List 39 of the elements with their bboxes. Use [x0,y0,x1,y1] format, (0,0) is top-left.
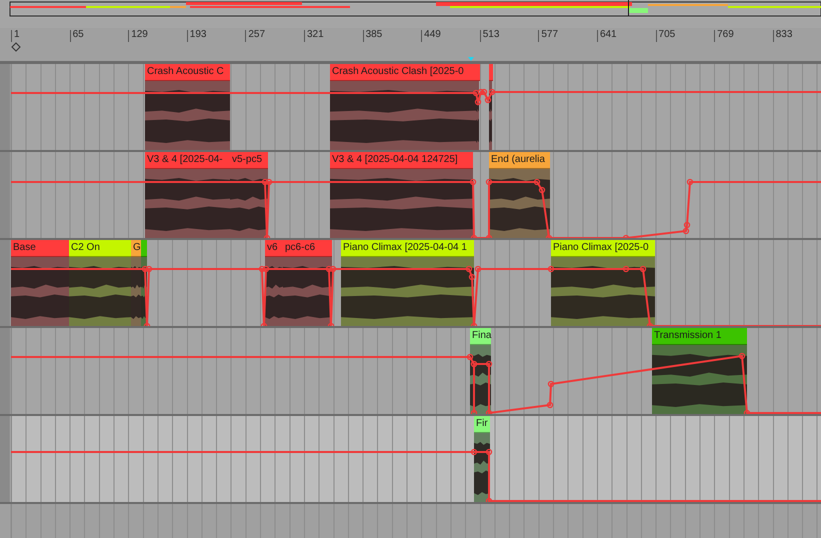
clip-header[interactable]: Crash Acoustic Clash [2025-0 [330,64,476,81]
clip-header[interactable]: Base [11,240,69,257]
clip-header[interactable]: V3 & 4 [2025-04-04 124725] [330,152,473,169]
clip-header[interactable]: v6 [265,240,283,257]
clip-header[interactable]: G [131,240,141,257]
ruler-number: 193 [188,30,206,40]
clip-header[interactable]: Transmission 1 [652,328,747,345]
track-lane[interactable]: Fir [0,414,821,502]
ruler-number: 833 [774,30,792,40]
clip-header[interactable]: V3 & 4 [2025-04- [145,152,230,169]
clip-header[interactable]: Fina [470,328,491,345]
clip-header[interactable]: Piano Climax [2025-0 [551,240,655,257]
ruler-number: 641 [598,30,617,40]
ruler-number: 385 [364,30,382,40]
ruler-number: 257 [247,30,266,40]
ruler-number: 1 [13,30,20,40]
clip-header[interactable] [141,240,147,257]
clip-header[interactable]: Fir [474,416,490,433]
clip-header[interactable]: Crash Acoustic C [145,64,230,81]
ruler-number: 513 [482,30,500,40]
clip-header[interactable]: Piano Climax [2025-04-04 1 [341,240,474,257]
clip-header[interactable]: End (aurelia [489,152,550,169]
clip-header[interactable]: C2 On [69,240,131,257]
clip-header[interactable]: v5-pc5 [230,152,268,169]
ruler-number: 129 [130,30,148,40]
clip-header[interactable]: pc6-c6 [283,240,332,257]
ruler-number: 449 [423,30,441,40]
clip-header[interactable] [489,64,493,81]
start-marker-icon[interactable] [11,42,21,52]
ruler-number: 769 [716,30,734,40]
ruler-number: 65 [72,30,84,40]
track-lane[interactable]: V3 & 4 [2025-04- v5-pc5 V3 & 4 [2025-04-04 124725] End (aurelia [0,150,821,238]
track-lane[interactable]: Base C2 On G v6 pc6-c6 Piano Climax [2025-04-04 1 Piano Climax [2025-0 [0,238,821,326]
track-lane[interactable]: Fina Transmission 1 [0,326,821,414]
ruler-number: 321 [306,30,324,40]
clip-header[interactable] [476,64,480,81]
ruler-number: 577 [540,30,558,40]
ruler-number: 705 [658,30,676,40]
track-lane[interactable]: Crash Acoustic C Crash Acoustic Clash [2025-0 [0,62,821,150]
